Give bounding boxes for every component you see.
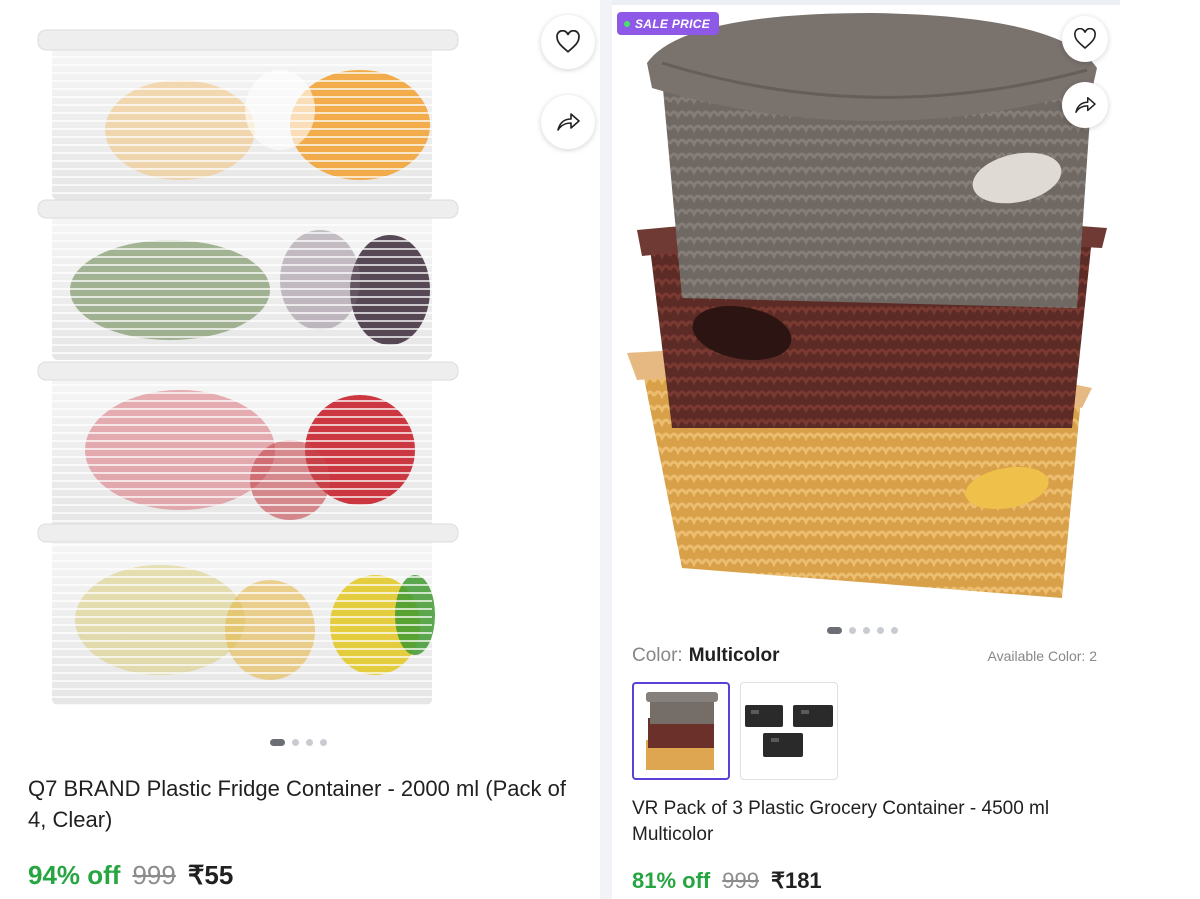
carousel-dot[interactable]: [306, 739, 313, 746]
fridge-containers-image[interactable]: [30, 10, 480, 730]
color-swatch-black[interactable]: [740, 682, 838, 780]
carousel-dot[interactable]: [849, 627, 856, 634]
share-icon: [557, 113, 580, 131]
container-3: [37, 361, 459, 527]
carousel-dot[interactable]: [270, 739, 285, 746]
wishlist-button[interactable]: [1062, 16, 1108, 62]
selling-price: ₹55: [187, 860, 234, 890]
product-title[interactable]: Q7 BRAND Plastic Fridge Container - 2000…: [28, 773, 588, 835]
carousel-dot[interactable]: [320, 739, 327, 746]
color-value: Multicolor: [688, 645, 780, 666]
color-label-group: Color: Multicolor: [632, 645, 779, 667]
container-4: [37, 523, 459, 705]
share-icon: [1075, 97, 1096, 114]
carousel-dot[interactable]: [891, 627, 898, 634]
grocery-baskets-image[interactable]: [622, 8, 1112, 620]
original-price: 999: [722, 868, 759, 893]
product-title[interactable]: VR Pack of 3 Plastic Grocery Container -…: [632, 796, 1112, 848]
original-price: 999: [132, 860, 176, 890]
color-label: Color:: [632, 645, 683, 666]
top-divider: [612, 0, 1120, 5]
discount-percent: 94% off: [28, 860, 121, 890]
status-dot-icon: [624, 20, 630, 27]
swatch-thumbnail: [646, 692, 718, 770]
swatch-thumbnail: [745, 705, 833, 757]
price-row: 94% off 999 ₹55: [28, 860, 233, 891]
share-button[interactable]: [541, 95, 595, 149]
heart-icon: [556, 30, 580, 53]
panel-divider: [600, 0, 612, 899]
left-product-card[interactable]: Q7 BRAND Plastic Fridge Container - 2000…: [0, 0, 600, 899]
sale-price-badge: SALE PRICE: [617, 12, 720, 35]
selling-price: ₹181: [770, 868, 822, 893]
carousel-dot[interactable]: [877, 627, 884, 634]
available-colors-count: Available Color: 2: [987, 648, 1097, 664]
image-carousel-dots[interactable]: [827, 627, 898, 634]
basket-grey: [647, 13, 1097, 308]
color-selector-header: Color: Multicolor Available Color: 2: [632, 645, 1097, 667]
price-row: 81% off 999 ₹181: [632, 868, 822, 894]
share-button[interactable]: [1062, 82, 1108, 128]
discount-percent: 81% off: [632, 868, 711, 893]
wishlist-button[interactable]: [541, 15, 595, 69]
right-margin: [1120, 0, 1200, 899]
carousel-dot[interactable]: [863, 627, 870, 634]
image-carousel-dots[interactable]: [270, 739, 327, 746]
color-swatch-multicolor[interactable]: [632, 682, 730, 780]
right-product-card[interactable]: SALE PRICE Color: Multicolor Available Co…: [612, 0, 1120, 899]
carousel-dot[interactable]: [292, 739, 299, 746]
container-1: [37, 29, 459, 200]
carousel-dot[interactable]: [827, 627, 842, 634]
container-2: [37, 199, 459, 360]
heart-icon: [1074, 28, 1096, 50]
badge-label: SALE PRICE: [635, 16, 711, 31]
